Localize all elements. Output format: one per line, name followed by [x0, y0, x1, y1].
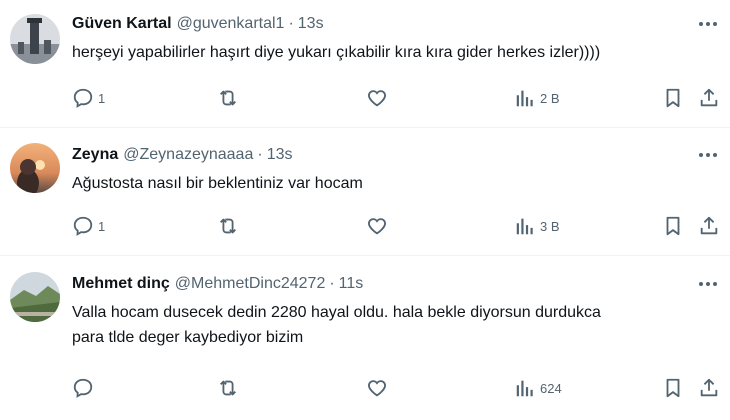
timestamp[interactable]: 11s	[339, 274, 364, 294]
more-icon[interactable]	[696, 274, 720, 294]
views-count: 2 B	[540, 90, 560, 106]
avatar[interactable]	[10, 272, 60, 322]
avatar[interactable]	[10, 143, 60, 193]
tweet[interactable]: Mehmet dinç @MehmetDinc24272 · 11s Valla…	[0, 256, 730, 420]
retweet-icon	[217, 87, 239, 109]
separator: ·	[257, 146, 263, 163]
reply-button[interactable]: 1	[72, 214, 105, 238]
retweet-button[interactable]	[217, 376, 243, 400]
tweet-text: Ağustosta nasıl bir beklentiniz var hoca…	[72, 175, 363, 192]
more-icon[interactable]	[696, 14, 720, 34]
tweet-header: Zeyna @Zeynazeynaaaa · 13s	[72, 145, 720, 165]
like-button[interactable]	[366, 214, 392, 238]
like-icon	[366, 87, 388, 109]
bookmark-button[interactable]	[662, 86, 684, 110]
author-name[interactable]: Güven Kartal	[72, 14, 172, 34]
share-icon	[698, 215, 720, 237]
share-button[interactable]	[698, 376, 720, 400]
timestamp[interactable]: 13s	[298, 14, 324, 34]
tweet-actions: 624	[72, 376, 720, 400]
retweet-icon	[217, 377, 239, 399]
bookmark-button[interactable]	[662, 376, 684, 400]
tweet-actions: 1 2 B	[72, 86, 720, 110]
views-button[interactable]: 3 B	[514, 214, 560, 238]
reply-count: 1	[98, 218, 106, 234]
like-icon	[366, 377, 388, 399]
bookmark-icon	[662, 87, 684, 109]
views-icon	[514, 215, 536, 237]
share-button[interactable]	[698, 214, 720, 238]
views-count: 3 B	[540, 218, 560, 234]
tweet[interactable]: Zeyna @Zeynazeynaaaa · 13s Ağustosta nas…	[0, 128, 730, 256]
reply-count: 1	[98, 90, 106, 106]
reply-icon	[72, 87, 94, 109]
views-icon	[514, 87, 536, 109]
separator: ·	[288, 15, 294, 32]
timestamp[interactable]: 13s	[267, 145, 293, 165]
like-button[interactable]	[366, 86, 392, 110]
tweet-header: Güven Kartal @guvenkartal1 · 13s	[72, 14, 720, 34]
bookmark-icon	[662, 215, 684, 237]
tweet-header: Mehmet dinç @MehmetDinc24272 · 11s	[72, 274, 720, 294]
share-icon	[698, 377, 720, 399]
tweet-actions: 1 3 B	[72, 214, 720, 238]
author-name[interactable]: Mehmet dinç	[72, 274, 170, 294]
reply-icon	[72, 215, 94, 237]
reply-icon	[72, 377, 94, 399]
author-handle[interactable]: @MehmetDinc24272	[175, 274, 326, 294]
tweet[interactable]: Güven Kartal @guvenkartal1 · 13s herşeyi…	[0, 0, 730, 128]
retweet-button[interactable]	[217, 86, 243, 110]
author-handle[interactable]: @guvenkartal1	[177, 14, 285, 34]
views-button[interactable]: 2 B	[514, 86, 560, 110]
tweet-text: Valla hocam dusecek dedin 2280 hayal old…	[72, 304, 601, 346]
like-icon	[366, 215, 388, 237]
views-button[interactable]: 624	[514, 376, 562, 400]
tweet-text: herşeyi yapabilirler haşırt diye yukarı …	[72, 44, 601, 61]
author-handle[interactable]: @Zeynazeynaaaa	[123, 145, 253, 165]
reply-button[interactable]	[72, 376, 98, 400]
views-icon	[514, 377, 536, 399]
avatar[interactable]	[10, 14, 60, 64]
share-button[interactable]	[698, 86, 720, 110]
more-icon[interactable]	[696, 145, 720, 165]
like-button[interactable]	[366, 376, 392, 400]
author-name[interactable]: Zeyna	[72, 145, 118, 165]
tweet-feed: Güven Kartal @guvenkartal1 · 13s herşeyi…	[0, 0, 730, 420]
views-count: 624	[540, 380, 562, 396]
bookmark-button[interactable]	[662, 214, 684, 238]
retweet-button[interactable]	[217, 214, 243, 238]
reply-button[interactable]: 1	[72, 86, 105, 110]
separator: ·	[329, 275, 335, 292]
share-icon	[698, 87, 720, 109]
bookmark-icon	[662, 377, 684, 399]
retweet-icon	[217, 215, 239, 237]
